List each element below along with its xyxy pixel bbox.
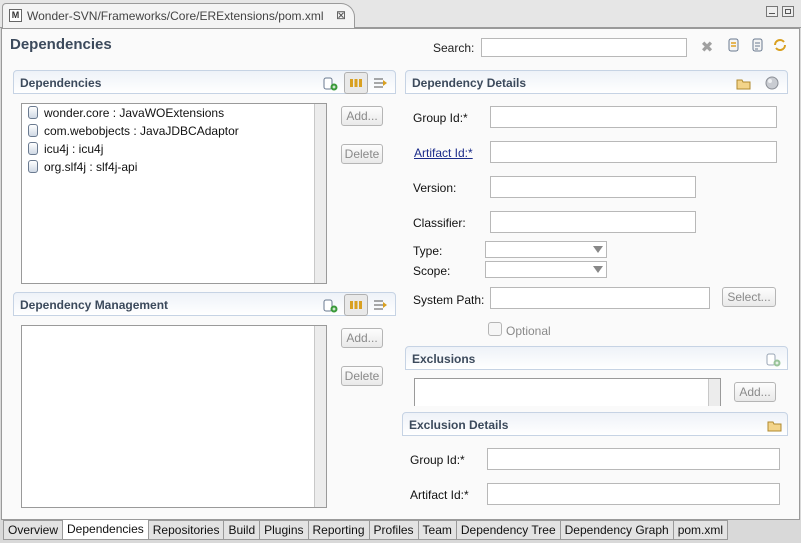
close-tab-icon[interactable]: ⊠: [336, 8, 346, 22]
tab-team[interactable]: Team: [418, 520, 457, 540]
tab-overview[interactable]: Overview: [3, 520, 64, 540]
exclusion-artifact-id-field[interactable]: [487, 483, 780, 505]
delete-managed-dependency-button[interactable]: Delete: [341, 366, 383, 386]
select-path-button[interactable]: Select...: [722, 287, 776, 307]
search-input[interactable]: [481, 38, 687, 57]
tab-dependency-tree[interactable]: Dependency Tree: [456, 520, 561, 540]
jar-icon: [28, 160, 38, 173]
dependency-label: com.webobjects : JavaJDBCAdaptor: [44, 124, 239, 138]
clear-search-icon[interactable]: ✖: [699, 40, 715, 56]
tab-repositories[interactable]: Repositories: [148, 520, 225, 540]
refresh-icon[interactable]: [772, 37, 788, 53]
exclusion-group-id-label: Group Id:*: [410, 453, 465, 467]
exclusion-group-id-field[interactable]: [487, 448, 780, 470]
editor-tab-title: Wonder-SVN/Frameworks/Core/ERExtensions/…: [27, 9, 324, 23]
add-dependency-button[interactable]: Add...: [341, 106, 383, 126]
exclusion-artifact-id-label: Artifact Id:*: [410, 488, 469, 502]
jar-icon: [28, 142, 38, 155]
tab-build[interactable]: Build: [224, 520, 261, 540]
dependency-management-scrollbar[interactable]: [314, 326, 326, 507]
minimize-icon[interactable]: [766, 6, 778, 17]
open-exclusion-icon[interactable]: [767, 417, 783, 433]
dependency-management-section-header: Dependency Management: [13, 292, 396, 316]
chevron-down-icon: [593, 266, 603, 273]
search-label: Search:: [433, 41, 475, 55]
dependency-management-list[interactable]: [21, 325, 327, 508]
tab-dependency-graph[interactable]: Dependency Graph: [560, 520, 674, 540]
chevron-down-icon: [593, 246, 603, 253]
sort-icon[interactable]: [373, 75, 389, 91]
jar-icon: [28, 106, 38, 119]
page-title: Dependencies: [10, 36, 112, 53]
dependencies-section-title: Dependencies: [20, 76, 102, 90]
tab-plugins[interactable]: Plugins: [260, 520, 309, 540]
tab-dependencies[interactable]: Dependencies: [63, 520, 149, 540]
add-exclusion-button[interactable]: Add...: [734, 382, 776, 402]
add-dependency-toolbar-icon[interactable]: [726, 37, 742, 53]
list-item[interactable]: wonder.core : JavaWOExtensions: [28, 106, 224, 122]
delete-dependency-button[interactable]: Delete: [341, 144, 383, 164]
editor-tab-pom[interactable]: M Wonder-SVN/Frameworks/Core/ERExtension…: [2, 3, 355, 28]
dependency-details-section-title: Dependency Details: [412, 76, 527, 90]
dependency-label: wonder.core : JavaWOExtensions: [44, 106, 225, 120]
type-combo[interactable]: [485, 241, 607, 258]
editor-page-tabs: Overview Dependencies Repositories Build…: [3, 520, 729, 540]
list-item[interactable]: com.webobjects : JavaJDBCAdaptor: [28, 124, 239, 140]
group-id-label: Group Id:*: [413, 111, 468, 125]
dependency-management-section-title: Dependency Management: [20, 298, 169, 312]
exclusions-list-scrollbar[interactable]: [708, 379, 720, 406]
type-label: Type:: [413, 244, 443, 258]
add-managed-dependency-icon[interactable]: [322, 297, 338, 313]
exclusions-list[interactable]: [414, 378, 721, 406]
version-label: Version:: [413, 181, 457, 195]
dependency-label: icu4j : icu4j: [44, 142, 104, 156]
exclusions-section-title: Exclusions: [412, 352, 476, 366]
list-item[interactable]: icu4j : icu4j: [28, 142, 103, 158]
scope-label: Scope:: [413, 264, 451, 278]
manage-dependencies-icon[interactable]: [750, 37, 766, 53]
show-groupid-toggle-managed[interactable]: [344, 294, 368, 316]
jar-icon: [28, 124, 38, 137]
tab-pom-xml[interactable]: pom.xml: [673, 520, 729, 540]
optional-checkbox[interactable]: [488, 322, 502, 336]
add-exclusion-icon[interactable]: [765, 351, 781, 367]
dependencies-list-scrollbar[interactable]: [314, 104, 326, 283]
system-path-label: System Path:: [413, 293, 485, 307]
maven-file-icon: M: [9, 9, 22, 22]
maximize-icon[interactable]: [782, 6, 794, 17]
exclusion-details-section-title: Exclusion Details: [409, 418, 509, 432]
tab-profiles[interactable]: Profiles: [369, 520, 419, 540]
classifier-label: Classifier:: [413, 216, 466, 230]
show-groupid-toggle[interactable]: [344, 72, 368, 94]
sort-managed-icon[interactable]: [373, 297, 389, 313]
classifier-field[interactable]: [490, 211, 696, 233]
add-dependency-icon[interactable]: [322, 75, 338, 91]
version-field[interactable]: [490, 176, 696, 198]
exclusions-section-header: Exclusions: [405, 346, 788, 370]
dependency-label: org.slf4j : slf4j-api: [44, 160, 138, 174]
tab-reporting[interactable]: Reporting: [308, 520, 370, 540]
artifact-id-field[interactable]: [490, 141, 777, 163]
group-id-field[interactable]: [490, 106, 777, 128]
scope-combo[interactable]: [485, 261, 607, 278]
dependencies-section-header: Dependencies: [13, 70, 396, 94]
open-pom-icon[interactable]: [736, 75, 752, 91]
list-item[interactable]: org.slf4j : slf4j-api: [28, 160, 137, 176]
dependency-details-section-header: Dependency Details: [405, 70, 788, 94]
optional-label: Optional: [506, 324, 551, 338]
dependencies-list[interactable]: wonder.core : JavaWOExtensions com.webob…: [21, 103, 327, 284]
exclusion-details-section-header: Exclusion Details: [402, 412, 788, 436]
system-path-field[interactable]: [490, 287, 710, 309]
artifact-id-link[interactable]: Artifact Id:*: [414, 146, 473, 160]
open-web-page-icon[interactable]: [764, 75, 780, 91]
add-managed-dependency-button[interactable]: Add...: [341, 328, 383, 348]
